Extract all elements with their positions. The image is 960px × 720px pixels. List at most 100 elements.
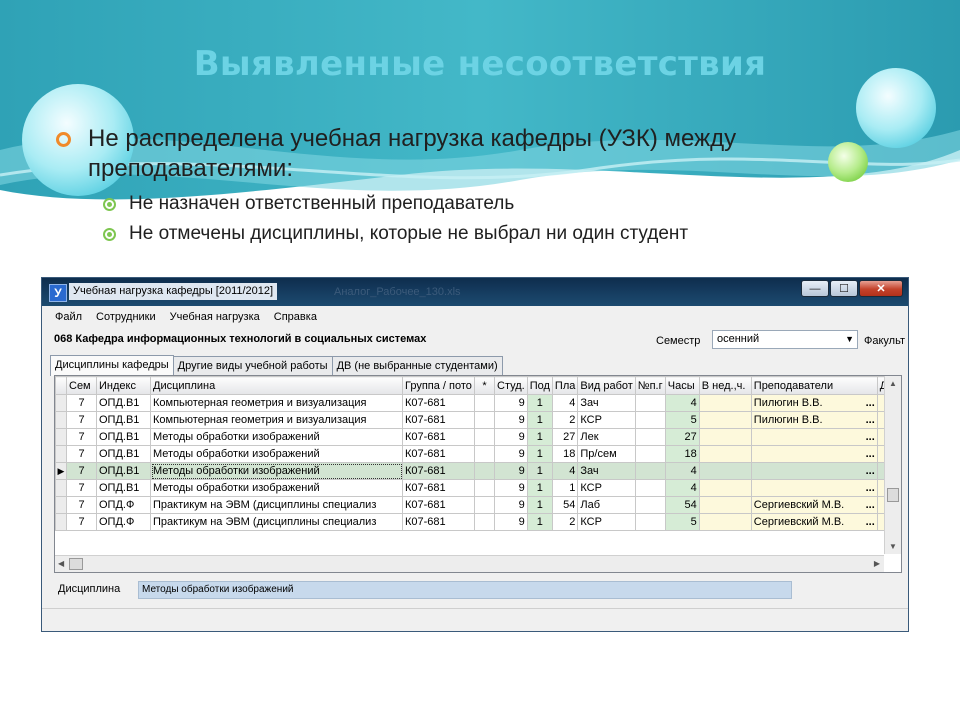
cell-weekly-hours[interactable] [698, 496, 752, 514]
column-header[interactable]: Индекс [96, 376, 151, 395]
ellipsis-button[interactable]: ... [866, 482, 875, 494]
menu-workload[interactable]: Учебная нагрузка [163, 308, 267, 326]
cell-work-type[interactable]: Зач [577, 394, 636, 412]
ellipsis-button[interactable]: ... [866, 431, 875, 443]
table-row[interactable]: 7 ОПД.В1 Компьютерная геометрия и визуал… [55, 411, 897, 429]
cell-weekly-hours[interactable] [698, 394, 752, 412]
cell-index[interactable]: ОПД.В1 [96, 445, 151, 463]
cell-discipline[interactable]: Практикум на ЭВМ (дисциплины специализ [150, 496, 403, 514]
cell-work-type[interactable]: Лаб [577, 496, 636, 514]
cell-teacher[interactable]: Сергиевский М.В. ... [750, 496, 878, 514]
cell-plan[interactable]: 54 [551, 496, 579, 514]
cell-index[interactable]: ОПД.В1 [96, 479, 151, 497]
cell-star[interactable] [474, 479, 495, 497]
cell-subgroup-no[interactable] [634, 462, 666, 480]
column-header[interactable]: В нед.,ч. [698, 376, 752, 395]
cell-subgroup-no[interactable] [634, 428, 666, 446]
cell-teacher[interactable]: ... [750, 428, 878, 446]
tab-unselected-electives[interactable]: ДВ (не выбранные студентами) [331, 356, 503, 375]
cell-discipline[interactable]: Методы обработки изображений [150, 445, 403, 463]
cell-weekly-hours[interactable] [698, 479, 752, 497]
cell-subgroup-no[interactable] [634, 445, 666, 463]
cell-work-type[interactable]: Лек [577, 428, 636, 446]
row-indicator[interactable]: ▶ [55, 462, 67, 480]
scroll-right-icon[interactable]: ▶ [874, 559, 880, 568]
row-indicator[interactable] [55, 428, 67, 446]
cell-plan[interactable]: 2 [551, 513, 579, 531]
cell-work-type[interactable]: КСР [577, 411, 636, 429]
cell-subgroups[interactable]: 1 [526, 394, 553, 412]
table-row[interactable]: 7 ОПД.В1 Методы обработки изображений К0… [55, 479, 897, 497]
cell-teacher[interactable]: ... [750, 479, 878, 497]
cell-star[interactable] [474, 496, 495, 514]
tab-other-work[interactable]: Другие виды учебной работы [172, 356, 333, 375]
horizontal-scrollbar[interactable]: ◀ ▶ [55, 555, 884, 572]
cell-subgroups[interactable]: 1 [526, 411, 553, 429]
cell-weekly-hours[interactable] [698, 428, 752, 446]
scroll-down-icon[interactable]: ▼ [889, 542, 897, 551]
cell-star[interactable] [474, 428, 495, 446]
table-row[interactable]: 7 ОПД.В1 Методы обработки изображений К0… [55, 428, 897, 446]
cell-group[interactable]: К07-681 [402, 496, 475, 514]
cell-group[interactable]: К07-681 [402, 394, 475, 412]
table-row[interactable]: 7 ОПД.В1 Компьютерная геометрия и визуал… [55, 394, 897, 412]
cell-sem[interactable]: 7 [66, 479, 97, 497]
column-header[interactable]: Группа / пото [402, 376, 475, 395]
cell-plan[interactable]: 2 [551, 411, 579, 429]
ellipsis-button[interactable]: ... [866, 499, 875, 511]
cell-index[interactable]: ОПД.В1 [96, 428, 151, 446]
cell-discipline[interactable]: Методы обработки изображений [150, 462, 403, 480]
cell-work-type[interactable]: Пр/сем [577, 445, 636, 463]
cell-index[interactable]: ОПД.В1 [96, 462, 151, 480]
vertical-scrollbar[interactable]: ▲ ▼ [884, 376, 901, 554]
cell-subgroup-no[interactable] [634, 513, 666, 531]
menu-file[interactable]: Файл [48, 308, 89, 326]
cell-students[interactable]: 9 [494, 411, 528, 429]
cell-work-type[interactable]: КСР [577, 479, 636, 497]
scroll-up-icon[interactable]: ▲ [889, 379, 897, 388]
column-header[interactable]: Пла [551, 376, 579, 395]
cell-sem[interactable]: 7 [66, 411, 97, 429]
column-header[interactable]: Сем [66, 376, 97, 395]
cell-sem[interactable]: 7 [66, 428, 97, 446]
cell-teacher[interactable]: Сергиевский М.В. ... [750, 513, 878, 531]
menu-staff[interactable]: Сотрудники [89, 308, 163, 326]
column-header[interactable]: №п.г [634, 376, 666, 395]
cell-star[interactable] [474, 513, 495, 531]
cell-subgroups[interactable]: 1 [526, 428, 553, 446]
table-row[interactable]: 7 ОПД.Ф Практикум на ЭВМ (дисциплины спе… [55, 513, 897, 531]
cell-plan[interactable]: 4 [551, 394, 579, 412]
column-header[interactable]: * [474, 376, 495, 395]
table-row[interactable]: 7 ОПД.Ф Практикум на ЭВМ (дисциплины спе… [55, 496, 897, 514]
cell-plan[interactable]: 4 [551, 462, 579, 480]
cell-discipline[interactable]: Практикум на ЭВМ (дисциплины специализ [150, 513, 403, 531]
cell-index[interactable]: ОПД.Ф [96, 496, 151, 514]
column-header[interactable]: Студ. [494, 376, 528, 395]
cell-weekly-hours[interactable] [698, 411, 752, 429]
cell-plan[interactable]: 18 [551, 445, 579, 463]
cell-group[interactable]: К07-681 [402, 462, 475, 480]
close-button[interactable]: ✕ [859, 280, 903, 297]
cell-subgroup-no[interactable] [634, 411, 666, 429]
cell-discipline[interactable]: Компьютерная геометрия и визуализация [150, 411, 403, 429]
cell-sem[interactable]: 7 [66, 496, 97, 514]
menu-help[interactable]: Справка [267, 308, 324, 326]
ellipsis-button[interactable]: ... [866, 465, 875, 477]
cell-star[interactable] [474, 462, 495, 480]
cell-students[interactable]: 9 [494, 496, 528, 514]
cell-subgroups[interactable]: 1 [526, 513, 553, 531]
cell-teacher[interactable]: ... [750, 462, 878, 480]
cell-weekly-hours[interactable] [698, 445, 752, 463]
cell-subgroups[interactable]: 1 [526, 496, 553, 514]
vertical-scroll-thumb[interactable] [887, 488, 899, 502]
minimize-button[interactable]: — [801, 280, 829, 297]
cell-sem[interactable]: 7 [66, 445, 97, 463]
cell-subgroups[interactable]: 1 [526, 445, 553, 463]
cell-discipline[interactable]: Методы обработки изображений [150, 428, 403, 446]
column-header[interactable]: Преподаватели [750, 376, 878, 395]
cell-teacher[interactable]: ... [750, 445, 878, 463]
cell-students[interactable]: 9 [494, 394, 528, 412]
cell-star[interactable] [474, 445, 495, 463]
column-header[interactable]: Часы [664, 376, 700, 395]
row-indicator[interactable] [55, 445, 67, 463]
